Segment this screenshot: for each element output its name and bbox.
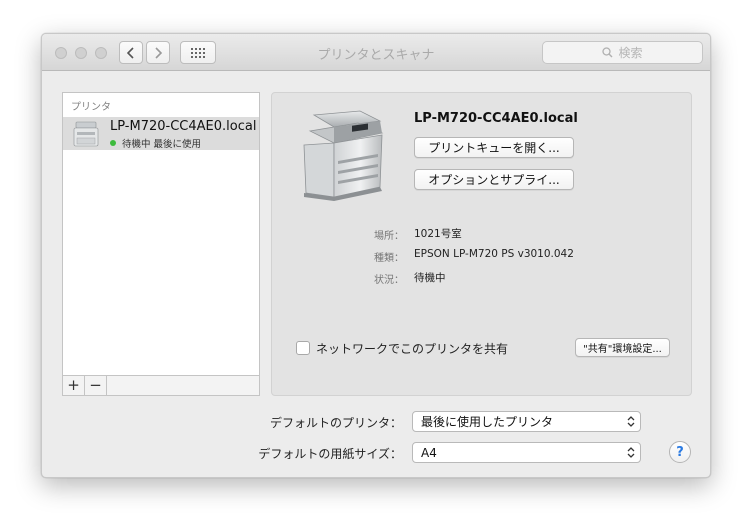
default-printer-value: 最後に使用したプリンタ xyxy=(421,415,554,429)
default-paper-size-value: A4 xyxy=(421,445,437,460)
printer-list-header: プリンタ xyxy=(71,102,111,113)
default-paper-size-label: デフォルトの用紙サイズ： xyxy=(258,447,402,461)
default-paper-size-select[interactable]: A4 xyxy=(412,442,641,463)
share-printer-label[interactable]: ネットワークでこのプリンタを共有 xyxy=(316,340,508,357)
status-value: 待機中 xyxy=(414,272,446,284)
list-toolbar: + − xyxy=(62,375,260,396)
options-supplies-button[interactable]: オプションとサプライ... xyxy=(414,169,574,190)
status-dot-icon xyxy=(110,140,116,146)
printer-image-icon xyxy=(303,110,384,201)
printer-thumbnail-icon xyxy=(73,121,99,147)
updown-arrows-icon xyxy=(627,447,635,458)
share-printer-checkbox[interactable] xyxy=(296,341,310,355)
remove-printer-button[interactable]: − xyxy=(85,376,107,395)
location-label: 場所： xyxy=(374,231,404,242)
printer-detail-panel: LP-M720-CC4AE0.local プリントキューを開く... オプション… xyxy=(271,92,692,396)
default-printer-label: デフォルトのプリンタ： xyxy=(269,416,402,430)
printer-name-heading: LP-M720-CC4AE0.local xyxy=(414,111,578,126)
printer-list[interactable]: プリンタ LP-M720-CC4AE0.local 待機中 最後に使用 xyxy=(62,92,260,396)
printer-list-item[interactable]: LP-M720-CC4AE0.local 待機中 最後に使用 xyxy=(63,117,259,150)
search-placeholder: 検索 xyxy=(618,46,643,60)
printer-list-item-name: LP-M720-CC4AE0.local xyxy=(110,119,257,134)
sharing-preferences-button[interactable]: "共有"環境設定... xyxy=(575,338,670,357)
title-bar: プリンタとスキャナ 検索 xyxy=(42,34,710,71)
default-printer-select[interactable]: 最後に使用したプリンタ xyxy=(412,411,641,432)
updown-arrows-icon xyxy=(627,416,635,427)
search-field[interactable]: 検索 xyxy=(542,41,703,64)
status-label: 状況： xyxy=(374,275,404,286)
printers-scanners-window: プリンタとスキャナ 検索 プリンタ LP-M720-CC4AE0.local 待… xyxy=(41,33,711,478)
search-icon xyxy=(602,47,613,58)
kind-value: EPSON LP-M720 PS v3010.042 xyxy=(414,248,574,260)
location-value: 1021号室 xyxy=(414,228,462,240)
kind-label: 種類： xyxy=(374,253,404,264)
printer-list-item-status: 待機中 最後に使用 xyxy=(122,139,202,150)
printer-list-item-status-row: 待機中 最後に使用 xyxy=(110,136,201,150)
help-button[interactable]: ? xyxy=(669,441,691,463)
add-printer-button[interactable]: + xyxy=(63,376,85,395)
open-print-queue-button[interactable]: プリントキューを開く... xyxy=(414,137,574,158)
